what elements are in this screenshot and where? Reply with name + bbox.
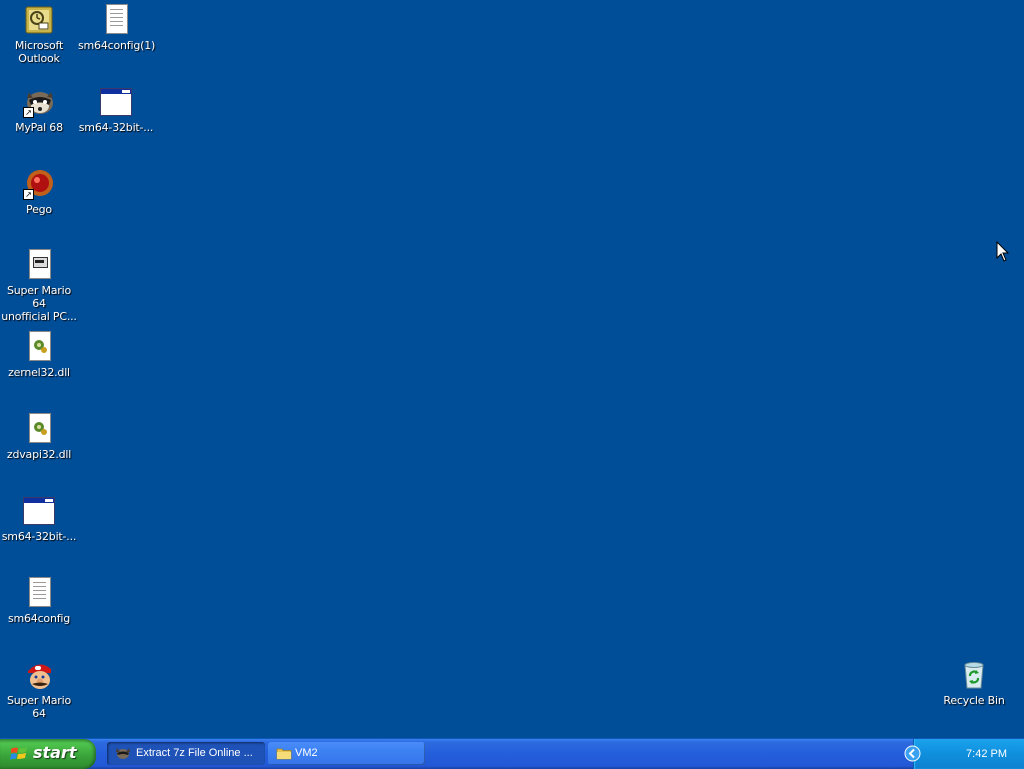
desktop[interactable]: Microsoft Outlook sm64config(1) ↗ MyPal … [0, 0, 1024, 738]
desktop-icon-super-mario-64[interactable]: Super Mario 64 [1, 659, 77, 720]
pego-ball-icon: ↗ [23, 168, 55, 200]
desktop-icon-label: zdvapi32.dll [6, 448, 72, 461]
desktop-icon-label: sm64-32bit-... [78, 121, 154, 134]
taskbar-button-extract-7z[interactable]: Extract 7z File Online ... [107, 742, 265, 765]
desktop-icon-sm64-32bit-b[interactable]: sm64-32bit-... [1, 495, 77, 543]
mario-icon [23, 659, 55, 691]
setup-file-icon [23, 249, 55, 281]
desktop-icon-label: Super Mario 64 [6, 694, 72, 720]
recycle-bin-icon [958, 659, 990, 691]
show-hidden-icons-chevron[interactable] [904, 745, 921, 762]
start-button[interactable]: start [0, 739, 96, 769]
desktop-icon-sm64config-1[interactable]: sm64config(1) [78, 4, 156, 52]
browser-icon [115, 746, 131, 760]
outlook-icon [23, 4, 55, 36]
application-window-icon [100, 86, 132, 118]
desktop-icon-label: Recycle Bin [943, 694, 1005, 707]
application-window-icon [23, 495, 55, 527]
raccoon-icon: ↗ [23, 86, 55, 118]
folder-icon [276, 746, 292, 760]
desktop-icon-sm64-32bit-a[interactable]: sm64-32bit-... [78, 86, 154, 134]
start-label: start [33, 743, 77, 762]
desktop-icon-label: sm64config(1) [78, 39, 156, 52]
desktop-icon-pego[interactable]: ↗ Pego [1, 168, 77, 216]
dll-file-icon [23, 413, 55, 445]
desktop-icon-sm64config[interactable]: sm64config [1, 577, 77, 625]
desktop-icon-zdvapi32-dll[interactable]: zdvapi32.dll [1, 413, 77, 461]
windows-logo-icon [10, 746, 28, 762]
desktop-icon-label: sm64config [7, 612, 71, 625]
desktop-icon-label: Pego [26, 203, 52, 216]
desktop-icon-label: MyPal 68 [15, 121, 63, 134]
desktop-icon-recycle-bin[interactable]: Recycle Bin [936, 659, 1012, 707]
desktop-icon-super-mario-64-unofficial-pc[interactable]: Super Mario 64 unofficial PC... [1, 249, 77, 323]
clock[interactable]: 7:42 PM [966, 739, 1007, 769]
desktop-icon-label: Microsoft Outlook [14, 39, 64, 65]
text-document-icon [23, 577, 55, 609]
desktop-icon-label: Super Mario 64 unofficial PC... [1, 284, 77, 323]
text-document-icon [100, 4, 132, 36]
desktop-icon-microsoft-outlook[interactable]: Microsoft Outlook [1, 4, 77, 65]
shortcut-arrow-icon: ↗ [23, 107, 34, 118]
desktop-icon-label: sm64-32bit-... [1, 530, 77, 543]
desktop-icon-label: zernel32.dll [8, 366, 70, 379]
shortcut-arrow-icon: ↗ [23, 189, 34, 200]
taskbar-button-label: Extract 7z File Online ... [136, 747, 253, 759]
dll-file-icon [23, 331, 55, 363]
taskbar-button-label: VM2 [295, 747, 318, 759]
taskbar-button-vm2[interactable]: VM2 [268, 742, 425, 765]
desktop-icon-mypal-68[interactable]: ↗ MyPal 68 [1, 86, 77, 134]
taskbar: start Extract 7z File Online ... VM2 7:4… [0, 738, 1024, 769]
system-tray: 7:42 PM [904, 739, 1024, 769]
desktop-icon-zernel32-dll[interactable]: zernel32.dll [1, 331, 77, 379]
